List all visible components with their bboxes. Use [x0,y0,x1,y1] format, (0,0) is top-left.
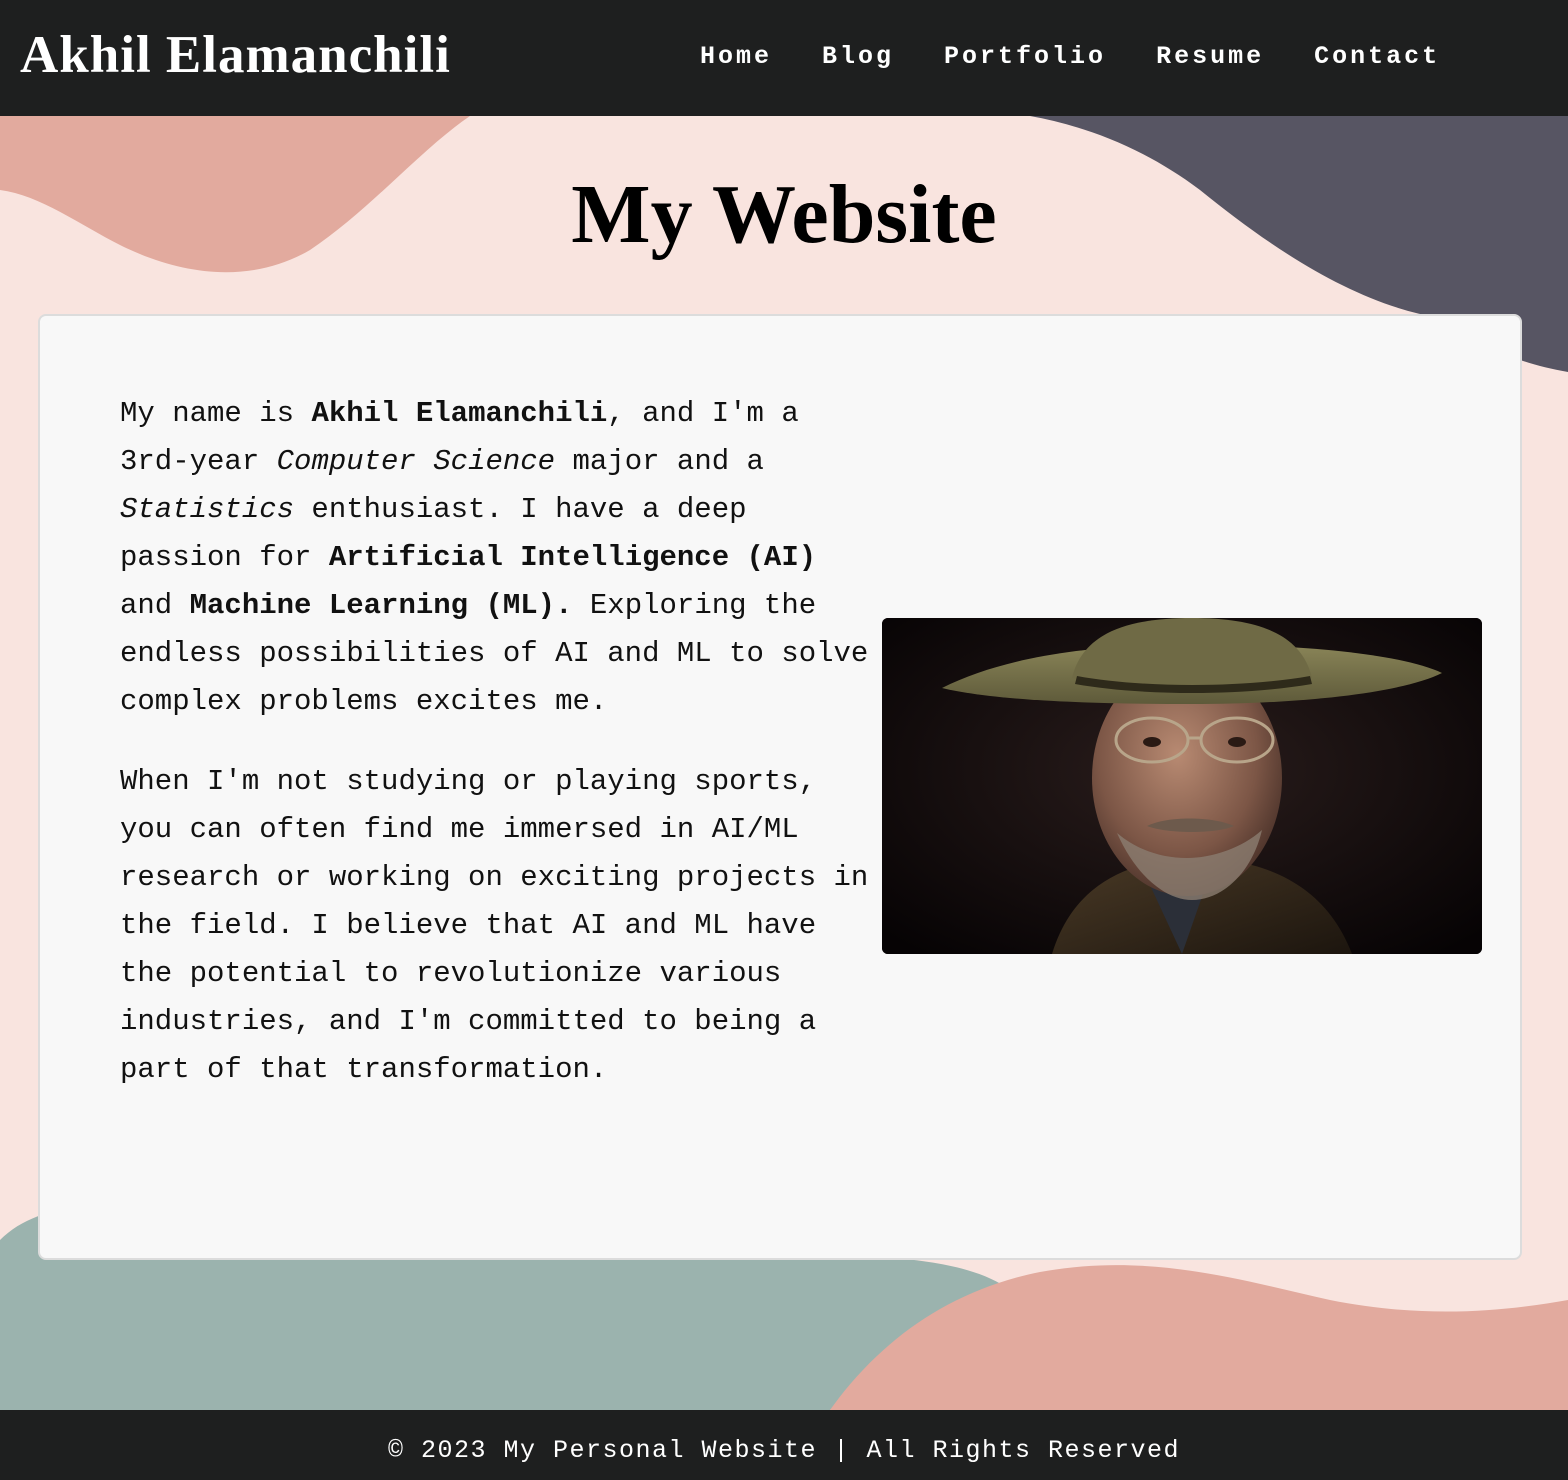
page-footer: © 2023 My Personal Website | All Rights … [0,1410,1568,1480]
site-brand[interactable]: Akhil Elamanchili [20,22,451,88]
about-card: My name is Akhil Elamanchili, and I'm a … [38,314,1522,1260]
portrait-illustration [882,618,1482,954]
about-major: Computer Science [276,445,556,478]
portrait-image [882,618,1482,954]
about-name: Akhil Elamanchili [311,397,608,430]
top-navbar: Akhil Elamanchili Home Blog Portfolio Re… [0,0,1568,116]
about-ai: Artificial Intelligence (AI) [328,541,817,574]
about-statistics: Statistics [120,493,295,526]
nav-blog-link[interactable]: Blog [822,40,894,74]
about-ml: Machine Learning (ML). [189,589,573,622]
nav-contact-link[interactable]: Contact [1314,40,1440,74]
about-text-segment: and [120,589,190,622]
nav-resume-link[interactable]: Resume [1156,40,1264,74]
about-text-segment: My name is [120,397,312,430]
about-paragraph-2: When I'm not studying or playing sports,… [120,765,869,1086]
nav-home-link[interactable]: Home [700,40,772,74]
nav-portfolio-link[interactable]: Portfolio [944,40,1106,74]
page-title: My Website [571,168,997,261]
about-paragraph-1: My name is Akhil Elamanchili, and I'm a … [120,390,880,726]
about-text-segment: major and a [555,445,764,478]
about-text: My name is Akhil Elamanchili, and I'm a … [120,390,880,1126]
footer-text: © 2023 My Personal Website | All Rights … [387,1436,1181,1465]
main-nav: Home Blog Portfolio Resume Contact [700,40,1490,74]
